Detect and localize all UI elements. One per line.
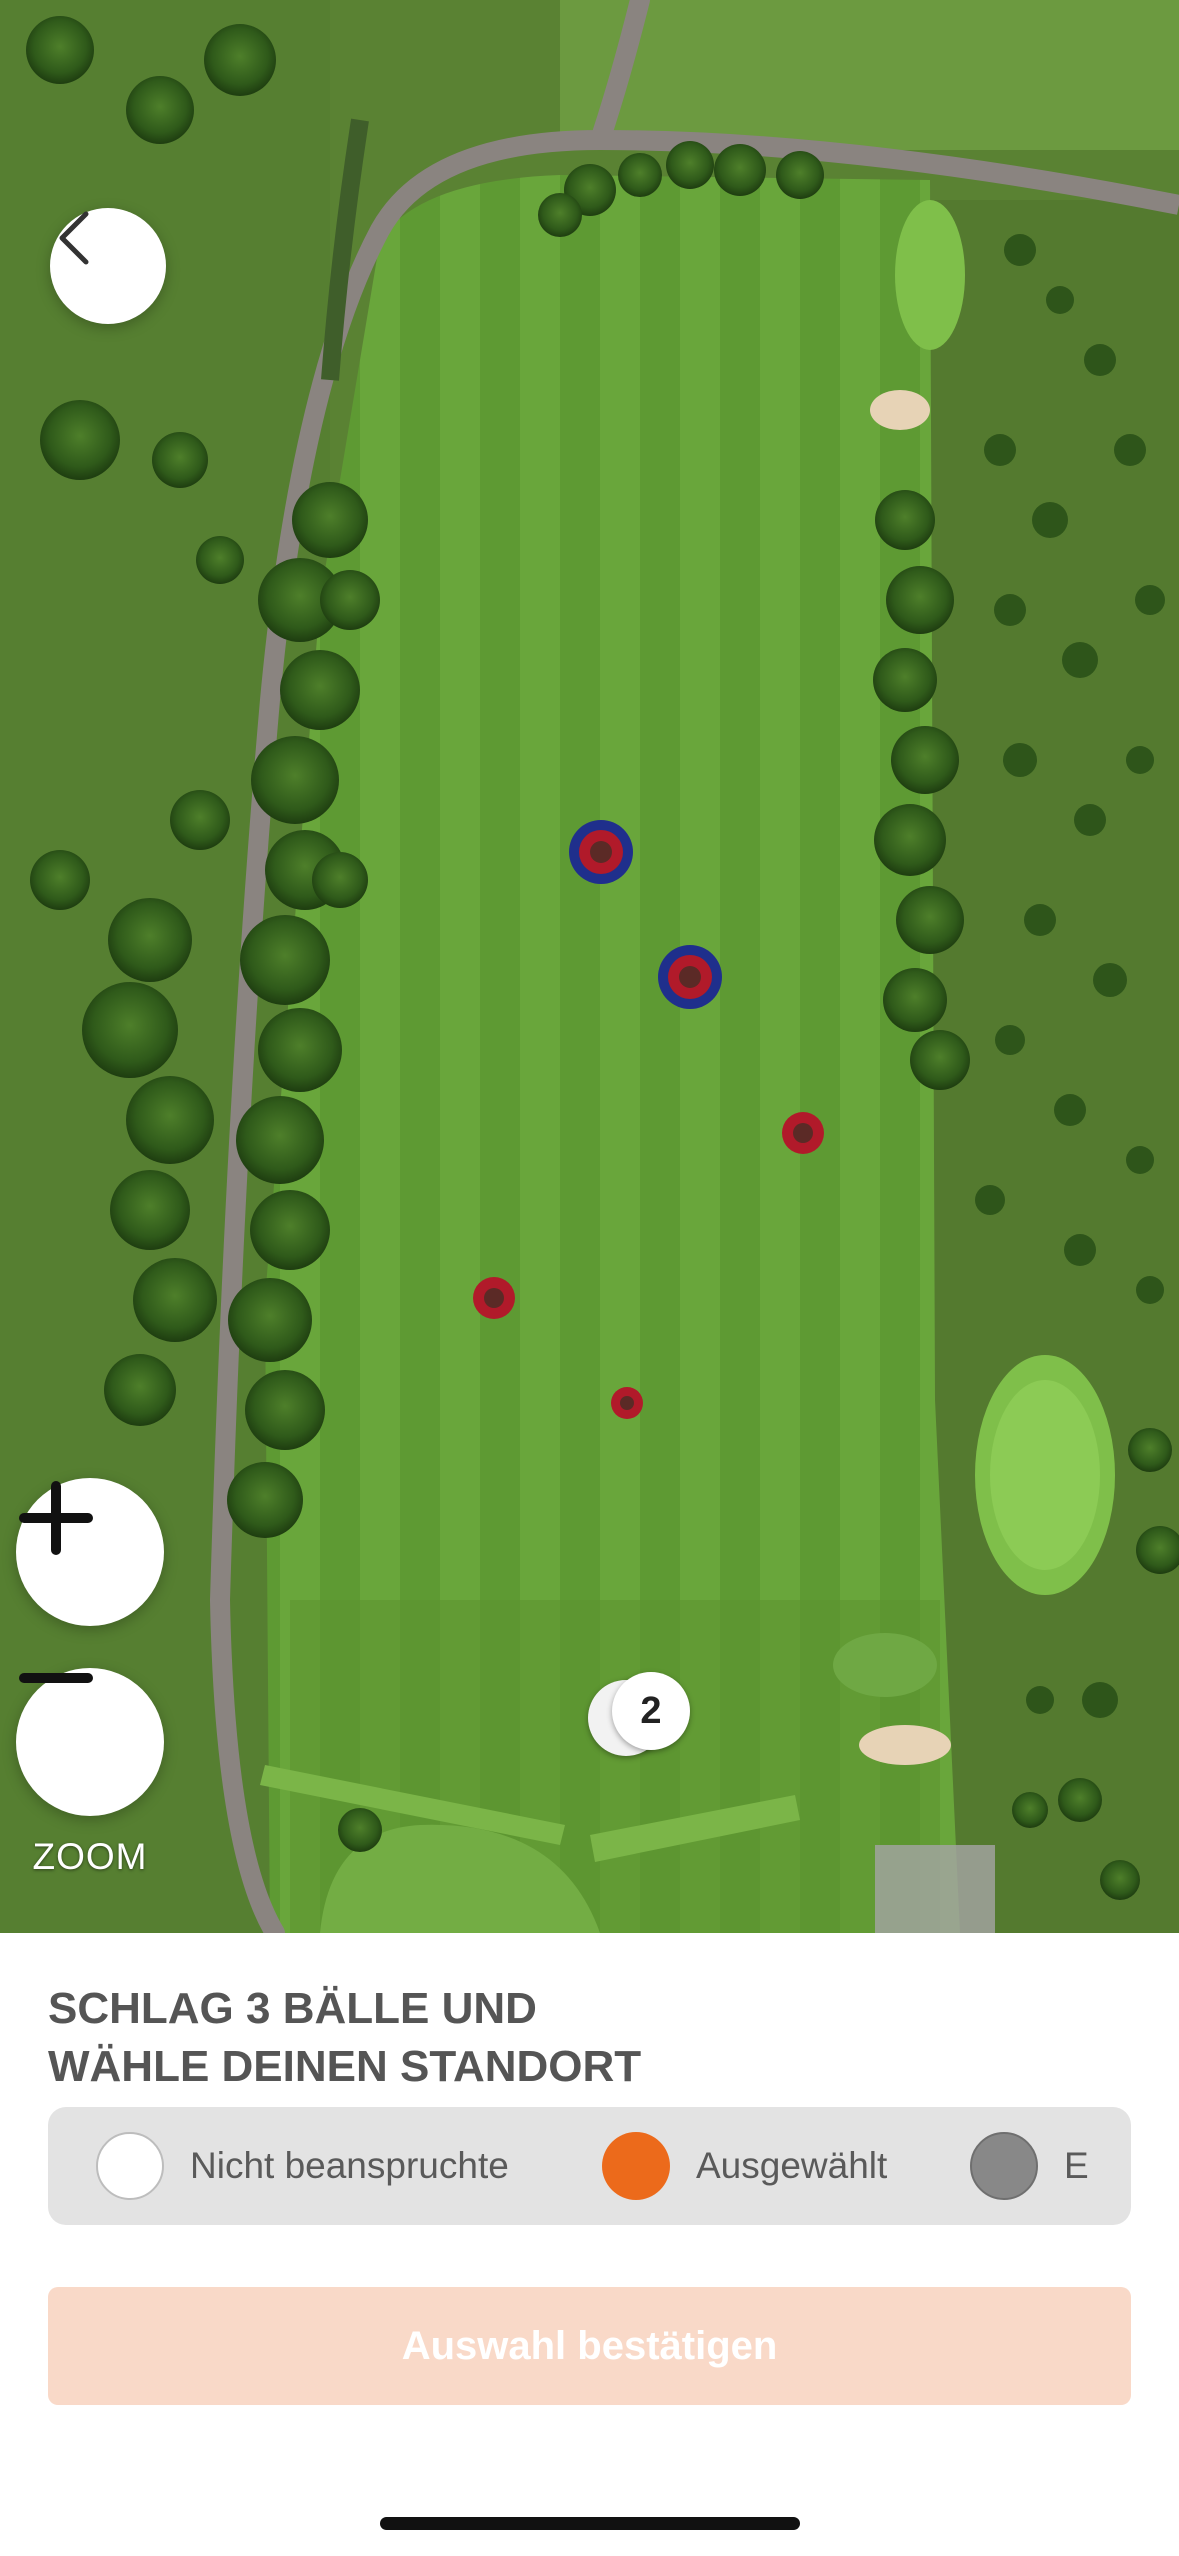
target-3	[782, 1112, 824, 1154]
unclaimed-dot-icon	[96, 2132, 164, 2200]
legend-bar: Nicht beanspruchte Ausgewählt E	[48, 2107, 1131, 2225]
confirm-selection-button[interactable]: Auswahl bestätigen	[48, 2287, 1131, 2405]
target-5	[611, 1387, 643, 1419]
instruction-title: SCHLAG 3 BÄLLE UND WÄHLE DEINEN STANDORT	[48, 1980, 1048, 2096]
zoom-label: ZOOM	[32, 1836, 148, 1877]
legend-selected-label: Ausgewählt	[696, 2145, 888, 2186]
minus-icon	[19, 1673, 93, 1683]
title-line-1: SCHLAG 3 BÄLLE UND	[48, 1984, 537, 2033]
ball-count-badge: 2	[612, 1672, 690, 1750]
home-indicator[interactable]	[380, 2517, 800, 2530]
legend-selected: Ausgewählt	[602, 2107, 887, 2225]
chevron-left-icon	[59, 211, 89, 265]
target-1	[569, 820, 633, 884]
title-line-2: WÄHLE DEINEN STANDORT	[48, 2042, 642, 2091]
back-button[interactable]	[50, 208, 166, 324]
claimed-dot-icon	[970, 2132, 1038, 2200]
legend-claimed: E	[970, 2107, 1089, 2225]
legend-unclaimed-label: Nicht beanspruchte	[190, 2145, 509, 2186]
target-2	[658, 945, 722, 1009]
legend-claimed-label: E	[1064, 2145, 1089, 2186]
plus-icon	[19, 1481, 93, 1555]
zoom-out-button[interactable]	[16, 1668, 164, 1816]
selected-dot-icon	[602, 2132, 670, 2200]
course-map[interactable]: ZOOM 2	[0, 0, 1179, 1933]
aerial-map-image	[0, 0, 1179, 1933]
target-4	[473, 1277, 515, 1319]
zoom-in-button[interactable]	[16, 1478, 164, 1626]
ball-stack-marker[interactable]: 2	[586, 1672, 696, 1756]
legend-unclaimed: Nicht beanspruchte	[96, 2107, 509, 2225]
